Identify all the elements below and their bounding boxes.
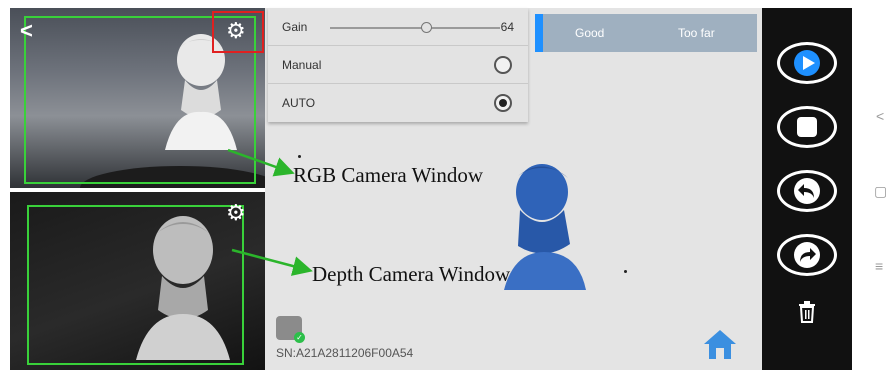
stop-button[interactable] [777, 106, 837, 148]
gain-slider-track[interactable] [330, 27, 500, 29]
gain-label: Gain [282, 20, 308, 34]
auto-label: AUTO [282, 96, 316, 110]
scanned-model[interactable] [500, 160, 590, 290]
nav-back-icon[interactable]: < [876, 108, 884, 124]
gain-row: Gain 64 [268, 8, 528, 46]
manual-row[interactable]: Manual [268, 46, 528, 84]
manual-radio[interactable] [494, 56, 512, 74]
rgb-settings-gear-icon[interactable]: ⚙ [226, 20, 246, 42]
scanner-app-screen: < ⚙ ⚙ Gain 64 Manual AUTO Good Too far R… [0, 0, 893, 370]
rgb-camera-annotation: RGB Camera Window [293, 163, 484, 187]
manual-label: Manual [282, 58, 322, 72]
play-icon [794, 50, 820, 76]
trash-icon[interactable] [796, 300, 818, 324]
gain-value: 64 [500, 20, 514, 34]
camera-settings-panel: Gain 64 Manual AUTO [268, 8, 528, 122]
nav-menu-icon[interactable]: ≡ [875, 258, 883, 274]
stop-icon [797, 117, 817, 137]
gain-slider-knob[interactable] [421, 22, 432, 33]
point-cloud-dot [298, 155, 301, 158]
auto-radio[interactable] [494, 94, 512, 112]
distance-cursor [535, 14, 543, 52]
auto-row[interactable]: AUTO [268, 84, 528, 122]
scanner-device-icon[interactable]: ✓ [276, 316, 305, 343]
back-chevron-icon[interactable]: < [20, 18, 33, 44]
redo-icon [794, 242, 820, 268]
distance-good-label: Good [575, 26, 605, 40]
undo-button[interactable] [777, 170, 837, 212]
depth-window-highlight [27, 205, 244, 365]
redo-button[interactable] [777, 234, 837, 276]
distance-too-far-label: Too far [678, 26, 715, 40]
point-cloud-dot [624, 270, 627, 273]
connected-check-icon: ✓ [294, 332, 305, 343]
serial-number: SN:A21A2811206F00A54 [276, 346, 414, 360]
nav-recents-icon[interactable]: ▢ [874, 183, 887, 200]
depth-settings-gear-icon[interactable]: ⚙ [226, 202, 246, 224]
undo-icon [794, 178, 820, 204]
distance-indicator: Good Too far [535, 14, 757, 52]
android-nav-strip: < ▢ ≡ [852, 8, 893, 370]
depth-camera-annotation: Depth Camera Window [312, 262, 511, 286]
home-icon[interactable] [703, 328, 737, 360]
play-button[interactable] [777, 42, 837, 84]
